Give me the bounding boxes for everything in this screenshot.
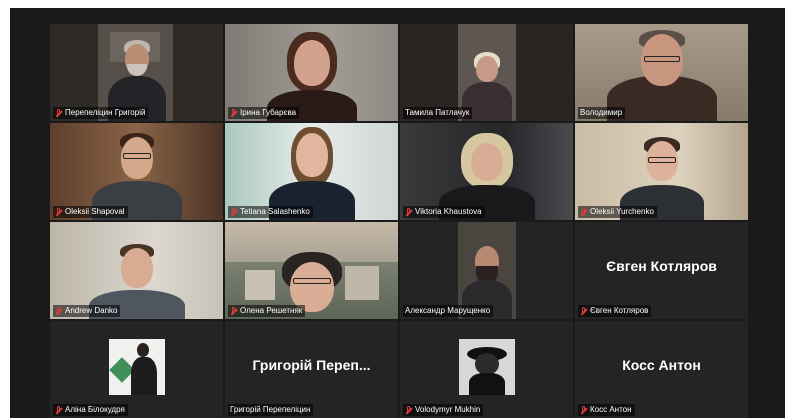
participant-tile[interactable]: Volodymyr Mukhin xyxy=(400,321,573,418)
mic-muted-icon xyxy=(55,306,63,316)
participant-name: Перепеліцин Григорій xyxy=(65,108,146,117)
participant-name: Аліна Білокудря xyxy=(65,405,125,414)
participant-name: Александр Марущенко xyxy=(405,306,491,315)
participant-name: Володимир xyxy=(580,108,623,117)
participant-name-tag: Andrew Danko xyxy=(53,305,121,317)
avatar xyxy=(108,339,165,395)
mic-muted-icon xyxy=(230,207,238,217)
participant-name-tag: Oleksii Yurchenko xyxy=(578,206,657,218)
participant-tile-video-off[interactable]: Григорій Переп... Григорій Перепеліцин xyxy=(225,321,398,418)
participant-tile[interactable]: Ірина Губарєва xyxy=(225,24,398,121)
participant-tile[interactable]: Oleksii Yurchenko xyxy=(575,123,748,220)
participant-name-tag: Тамила Патлачук xyxy=(403,107,473,119)
participant-tile[interactable]: Перепеліцин Григорій xyxy=(50,24,223,121)
participant-name-tag: Аліна Білокудря xyxy=(53,404,128,416)
mic-muted-icon xyxy=(580,207,588,217)
participant-tile[interactable]: Олена Решетняк xyxy=(225,222,398,319)
avatar xyxy=(458,339,515,395)
participant-tile[interactable]: Tetiana Salashenko xyxy=(225,123,398,220)
participant-tile[interactable]: Тамила Патлачук xyxy=(400,24,573,121)
participant-tile[interactable]: Аліна Білокудря xyxy=(50,321,223,418)
participant-name: Олена Решетняк xyxy=(240,306,303,315)
participant-name: Євген Котляров xyxy=(590,306,649,315)
mic-muted-icon xyxy=(55,108,63,118)
participant-name: Oleksii Shapoval xyxy=(65,207,125,216)
participant-name-tag: Viktoria Khaustova xyxy=(403,206,485,218)
participant-tile[interactable]: Oleksii Shapoval xyxy=(50,123,223,220)
participant-tile[interactable]: Viktoria Khaustova xyxy=(400,123,573,220)
mic-muted-icon xyxy=(55,207,63,217)
participant-name-tag: Ірина Губарєва xyxy=(228,107,300,119)
participant-name: Ірина Губарєва xyxy=(240,108,297,117)
participant-display-name: Євген Котляров xyxy=(606,258,717,274)
participant-display-name: Косс Антон xyxy=(622,357,701,373)
participant-name-tag: Євген Котляров xyxy=(578,305,652,317)
participant-display-name: Григорій Переп... xyxy=(252,357,371,373)
participant-name-tag: Александр Марущенко xyxy=(403,305,494,317)
participant-name: Тамила Патлачук xyxy=(405,108,470,117)
participant-tile-video-off[interactable]: Євген Котляров Євген Котляров xyxy=(575,222,748,319)
meeting-window: Перепеліцин Григорій Ірина Губарєва Тами… xyxy=(10,8,785,418)
mic-muted-icon xyxy=(55,405,63,415)
participant-name: Volodymyr Mukhin xyxy=(415,405,481,414)
participant-name-tag: Володимир xyxy=(578,107,626,119)
participant-tile-active-speaker[interactable]: Володимир xyxy=(575,24,748,121)
participant-tile[interactable]: Александр Марущенко xyxy=(400,222,573,319)
mic-muted-icon xyxy=(580,405,588,415)
participant-name-tag: Григорій Перепеліцин xyxy=(228,404,314,416)
participant-name: Oleksii Yurchenko xyxy=(590,207,654,216)
participant-tile[interactable]: Andrew Danko xyxy=(50,222,223,319)
gallery-view: Перепеліцин Григорій Ірина Губарєва Тами… xyxy=(50,24,748,418)
participant-name-tag: Перепеліцин Григорій xyxy=(53,107,149,119)
mic-muted-icon xyxy=(405,207,413,217)
participant-name-tag: Косс Антон xyxy=(578,404,635,416)
participant-name: Tetiana Salashenko xyxy=(240,207,310,216)
participant-name: Viktoria Khaustova xyxy=(415,207,482,216)
participant-name: Косс Антон xyxy=(590,405,632,414)
mic-muted-icon xyxy=(230,108,238,118)
participant-name: Григорій Перепеліцин xyxy=(230,405,311,414)
participant-name-tag: Volodymyr Mukhin xyxy=(403,404,484,416)
participant-tile-video-off[interactable]: Косс Антон Косс Антон xyxy=(575,321,748,418)
participant-name-tag: Oleksii Shapoval xyxy=(53,206,128,218)
mic-muted-icon xyxy=(405,405,413,415)
participant-name-tag: Олена Решетняк xyxy=(228,305,306,317)
mic-muted-icon xyxy=(580,306,588,316)
participant-name-tag: Tetiana Salashenko xyxy=(228,206,313,218)
mic-muted-icon xyxy=(230,306,238,316)
participant-name: Andrew Danko xyxy=(65,306,118,315)
